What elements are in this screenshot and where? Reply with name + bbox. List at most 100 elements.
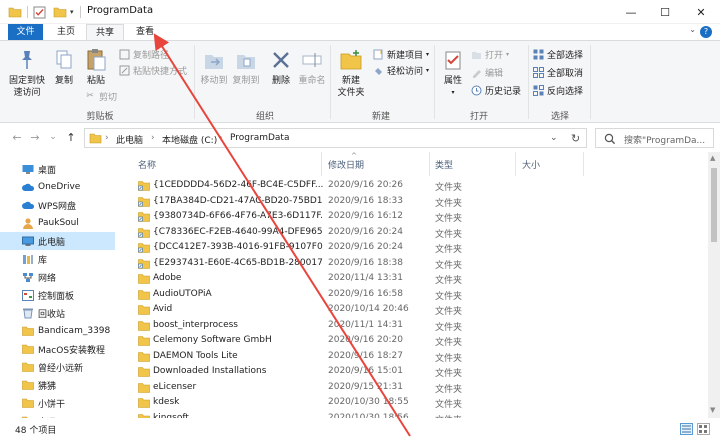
table-row[interactable]: {C78336EC-F2EB-4640-99A4-DFE9658... 2020/… xyxy=(115,225,708,241)
edit-button[interactable]: 编辑 xyxy=(470,65,503,79)
folder-icon[interactable] xyxy=(8,5,22,19)
new-folder-button[interactable]: 新建 文件夹 xyxy=(334,47,368,99)
table-row[interactable]: kingsoft2020/10/30 18:56文件夹 xyxy=(115,411,708,418)
select-all-button[interactable]: 全部选择 xyxy=(532,47,583,61)
column-divider[interactable] xyxy=(429,152,430,176)
table-row[interactable]: eLicenser 2020/9/15 21:31 文件夹 xyxy=(115,380,708,396)
sidebar-item[interactable]: 控制面板 xyxy=(0,286,115,304)
up-button[interactable]: ↑ xyxy=(64,131,78,144)
invert-selection-button[interactable]: 反向选择 xyxy=(532,83,583,97)
recent-locations-button[interactable]: ⌄ xyxy=(46,132,60,142)
new-folder-icon[interactable] xyxy=(53,5,67,19)
move-to-button[interactable]: 移动到 xyxy=(198,47,230,87)
file-modified-date: 2020/9/16 18:33 xyxy=(328,195,403,206)
sidebar-item[interactable]: 此电脑 xyxy=(0,232,115,250)
column-name[interactable]: 名称 xyxy=(138,158,156,171)
table-row[interactable]: Downloaded Installations 2020/9/16 15:01 文… xyxy=(115,364,708,380)
tab-view[interactable]: 查看 xyxy=(126,24,164,40)
sidebar-item[interactable]: 桌面 xyxy=(0,160,115,178)
breadcrumb-local-disk[interactable]: 本地磁盘 (C:) xyxy=(162,133,217,146)
close-button[interactable]: ✕ xyxy=(684,0,718,24)
tab-home[interactable]: 主页 xyxy=(48,24,84,40)
file-type: 文件夹 xyxy=(435,384,463,395)
sidebar-item[interactable]: PaukSoul xyxy=(0,214,115,232)
pin-quick-access-button[interactable]: 固定到快 速访问 xyxy=(8,47,46,99)
table-row[interactable]: AudioUTOPiA 2020/9/16 16:58 文件夹 xyxy=(115,287,708,303)
scroll-down-icon[interactable]: ▼ xyxy=(710,406,715,414)
table-row[interactable]: {1CEDDDD4-56D2-46F-BC4E-C5DFF... 2020/9/1… xyxy=(115,178,708,194)
table-row[interactable]: {9380734D-6F66-4F76-A7E3-6D117F... 2020/9… xyxy=(115,209,708,225)
history-button[interactable]: 历史记录 xyxy=(470,83,521,97)
column-divider[interactable] xyxy=(321,152,322,176)
copy-path-button[interactable]: 复制路径 xyxy=(118,47,169,61)
sidebar-item[interactable]: OneDrive xyxy=(0,178,115,196)
back-button[interactable]: ← xyxy=(10,131,24,144)
edit-icon xyxy=(470,66,482,78)
sidebar-item[interactable]: 小饼干 xyxy=(0,394,115,412)
copy-button[interactable]: 复制 xyxy=(50,47,78,87)
address-dropdown-button[interactable]: ⌄ xyxy=(550,133,558,143)
move-to-icon xyxy=(201,47,227,73)
column-divider[interactable] xyxy=(515,152,516,176)
vertical-scrollbar[interactable]: ▲ ▼ xyxy=(708,152,720,418)
sidebar-item[interactable]: 狒狒 xyxy=(0,376,115,394)
file-type: 文件夹 xyxy=(435,307,463,317)
column-modified[interactable]: 修改日期 xyxy=(328,158,364,171)
table-row[interactable]: {E2937431-E60E-4C65-BD1B-280017... 2020/9… xyxy=(115,256,708,272)
new-item-button[interactable]: 新建项目 ▾ xyxy=(372,47,429,61)
address-bar[interactable]: › 此电脑 › 本地磁盘 (C:) › ProgramData ⌄ ↻ xyxy=(84,128,587,148)
easy-access-button[interactable]: 轻松访问 ▾ xyxy=(372,63,429,77)
ribbon-expand-icon[interactable]: ⌄ xyxy=(689,25,696,34)
breadcrumb-this-pc[interactable]: 此电脑 xyxy=(116,133,143,146)
column-divider[interactable] xyxy=(583,152,584,176)
help-icon[interactable]: ? xyxy=(700,26,712,38)
sidebar-item[interactable]: 曾经小远新 xyxy=(0,358,115,376)
table-row[interactable]: DAEMON Tools Lite 2020/9/16 18:27 文件夹 xyxy=(115,349,708,365)
select-none-button[interactable]: 全部取消 xyxy=(532,65,583,79)
breadcrumb-separator: › xyxy=(151,133,155,143)
table-row[interactable]: {DCC412E7-393B-4016-91FB-9107F05... 2020/… xyxy=(115,240,708,256)
table-row[interactable]: {17BA384D-CD21-47AC-BD20-75BD1... 2020/9/… xyxy=(115,194,708,210)
scroll-up-icon[interactable]: ▲ xyxy=(710,154,715,162)
sidebar-item[interactable]: 网络 xyxy=(0,268,115,286)
sidebar-item[interactable]: 回收站 xyxy=(0,304,115,322)
divider xyxy=(80,6,81,18)
table-row[interactable]: Celemony Software GmbH 2020/9/16 20:20 文件夹 xyxy=(115,333,708,349)
column-type[interactable]: 类型 xyxy=(435,158,453,171)
paste-shortcut-button[interactable]: 粘贴快捷方式 xyxy=(118,63,187,77)
refresh-button[interactable]: ↻ xyxy=(571,132,580,145)
sidebar-item[interactable]: WPS网盘 xyxy=(0,196,115,214)
maximize-button[interactable]: ☐ xyxy=(648,0,682,24)
table-row[interactable]: kdesk 2020/10/30 18:55 文件夹 xyxy=(115,395,708,411)
sidebar-item[interactable]: 库 xyxy=(0,250,115,268)
minimize-button[interactable]: — xyxy=(614,0,648,24)
properties-check-icon[interactable] xyxy=(33,5,47,19)
scrollbar-thumb[interactable] xyxy=(711,168,717,242)
table-row[interactable]: Avid 2020/10/14 20:46 文件夹 xyxy=(115,302,708,318)
sidebar-item[interactable]: Bandicam_3398 xyxy=(0,322,115,340)
rename-button[interactable]: 重命名 xyxy=(296,47,328,87)
dropdown-arrow-icon: ▾ xyxy=(451,89,455,96)
customize-toolbar-dropdown[interactable]: ▾ xyxy=(70,5,78,19)
cut-button[interactable]: ✂ 剪切 xyxy=(84,89,117,103)
network-icon xyxy=(22,271,34,283)
tab-share[interactable]: 共享 xyxy=(86,24,124,40)
large-icons-view-button[interactable] xyxy=(697,423,710,435)
tab-file[interactable]: 文件 xyxy=(8,24,43,40)
delete-button[interactable]: 删除 xyxy=(266,47,296,87)
open-button[interactable]: 打开 ▾ xyxy=(470,47,509,61)
paste-button[interactable]: 粘贴 xyxy=(82,47,110,87)
breadcrumb-programdata[interactable]: ProgramData xyxy=(230,133,289,143)
forward-button[interactable]: → xyxy=(28,131,42,144)
ribbon-tabs: 文件 主页 共享 查看 ⌄ ? xyxy=(0,24,720,40)
copy-to-button[interactable]: 复制到 xyxy=(230,47,262,87)
recycle-bin-icon xyxy=(22,307,34,319)
table-row[interactable]: Adobe 2020/11/4 13:31 文件夹 xyxy=(115,271,708,287)
column-size[interactable]: 大小 xyxy=(522,158,540,171)
details-view-button[interactable] xyxy=(680,423,693,435)
sidebar-item[interactable]: MacOS安装教程 xyxy=(0,340,115,358)
search-input[interactable]: 搜索"ProgramDa... xyxy=(595,128,714,148)
properties-button[interactable]: 属性 ▾ xyxy=(438,47,468,99)
navigation-pane: 桌面 OneDrive WPS网盘 PaukSoul 此电脑库网络 控制面板 回收站 Band… xyxy=(0,152,115,418)
table-row[interactable]: boost_interprocess 2020/11/1 14:31 文件夹 xyxy=(115,318,708,334)
